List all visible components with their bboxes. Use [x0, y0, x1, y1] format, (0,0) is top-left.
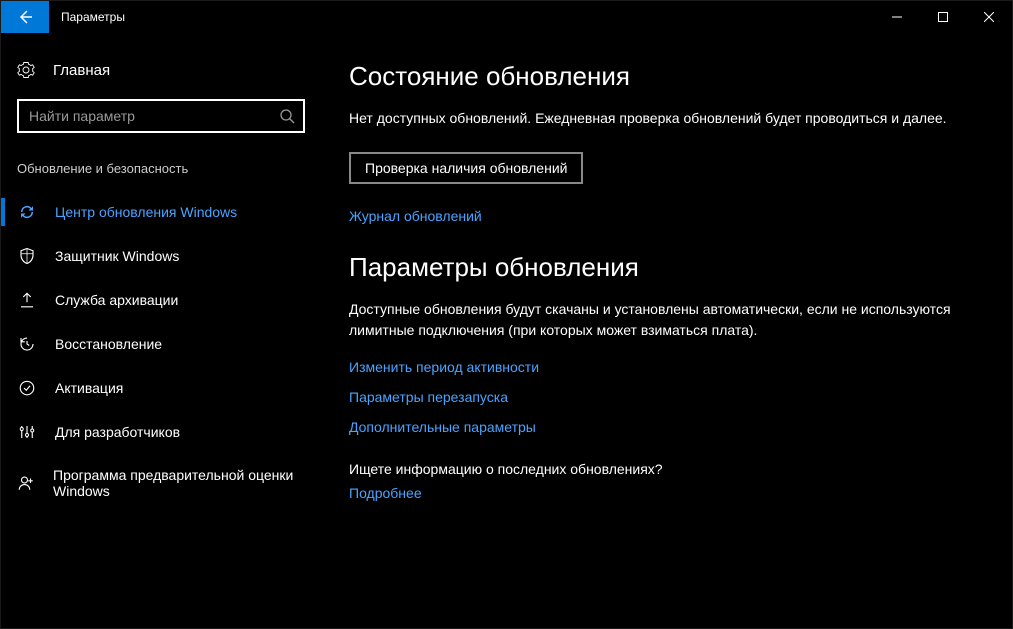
settings-description: Доступные обновления будут скачаны и уст…	[349, 299, 984, 341]
history-icon	[17, 335, 37, 353]
arrow-left-icon	[17, 9, 33, 25]
search-box[interactable]	[17, 99, 305, 133]
sidebar-section-header: Обновление и безопасность	[1, 153, 321, 190]
person-plus-icon	[17, 474, 35, 492]
close-icon	[984, 12, 994, 22]
main-content: Состояние обновления Нет доступных обнов…	[321, 33, 1012, 628]
status-text: Нет доступных обновлений. Ежедневная про…	[349, 110, 984, 126]
sidebar-item-developers[interactable]: Для разработчиков	[1, 410, 321, 454]
status-heading: Состояние обновления	[349, 61, 984, 92]
active-hours-link[interactable]: Изменить период активности	[349, 359, 984, 375]
minimize-button[interactable]	[874, 1, 920, 33]
close-button[interactable]	[966, 1, 1012, 33]
titlebar: Параметры	[1, 1, 1012, 33]
sidebar-item-label: Защитник Windows	[55, 248, 179, 264]
update-history-link[interactable]: Журнал обновлений	[349, 208, 984, 224]
sidebar-item-activation[interactable]: Активация	[1, 366, 321, 410]
settings-heading: Параметры обновления	[349, 252, 984, 283]
sidebar-item-label: Программа предварительной оценки Windows	[53, 467, 305, 499]
sidebar-item-label: Активация	[55, 380, 123, 396]
info-question: Ищете информацию о последних обновлениях…	[349, 461, 984, 477]
minimize-icon	[892, 12, 902, 22]
maximize-icon	[938, 12, 948, 22]
restart-options-link[interactable]: Параметры перезапуска	[349, 389, 984, 405]
sidebar-item-insider[interactable]: Программа предварительной оценки Windows	[1, 454, 321, 512]
maximize-button[interactable]	[920, 1, 966, 33]
sidebar-item-label: Восстановление	[55, 336, 162, 352]
home-label: Главная	[53, 62, 110, 79]
check-circle-icon	[17, 379, 37, 397]
sliders-icon	[17, 423, 37, 441]
window-controls	[874, 1, 1012, 33]
search-icon	[279, 108, 295, 124]
upload-icon	[17, 291, 37, 309]
learn-more-link[interactable]: Подробнее	[349, 485, 984, 501]
sidebar-item-backup[interactable]: Служба архивации	[1, 278, 321, 322]
sidebar-item-label: Центр обновления Windows	[55, 204, 237, 220]
check-updates-button[interactable]: Проверка наличия обновлений	[349, 152, 583, 184]
sidebar-item-label: Для разработчиков	[55, 424, 180, 440]
sync-icon	[17, 203, 37, 221]
shield-icon	[17, 247, 37, 265]
back-button[interactable]	[1, 1, 49, 33]
sidebar-item-label: Служба архивации	[55, 292, 178, 308]
sidebar-item-windows-update[interactable]: Центр обновления Windows	[1, 190, 321, 234]
search-input[interactable]	[29, 108, 279, 124]
window-title: Параметры	[61, 10, 125, 24]
sidebar: Главная Обновление и безопасность Центр …	[1, 33, 321, 628]
sidebar-item-recovery[interactable]: Восстановление	[1, 322, 321, 366]
home-nav[interactable]: Главная	[1, 53, 321, 87]
sidebar-item-defender[interactable]: Защитник Windows	[1, 234, 321, 278]
advanced-options-link[interactable]: Дополнительные параметры	[349, 419, 984, 435]
gear-icon	[17, 61, 35, 79]
